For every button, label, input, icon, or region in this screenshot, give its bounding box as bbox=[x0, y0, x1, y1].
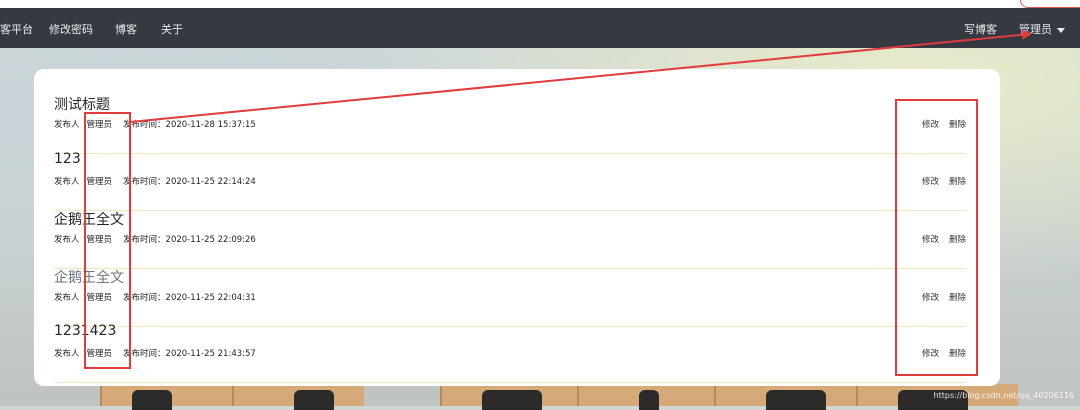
annotation-arrow bbox=[129, 29, 1032, 123]
annotation-arrow-line bbox=[129, 29, 1032, 123]
watermark: https://blog.csdn.net/qq_40206116 bbox=[933, 391, 1074, 400]
